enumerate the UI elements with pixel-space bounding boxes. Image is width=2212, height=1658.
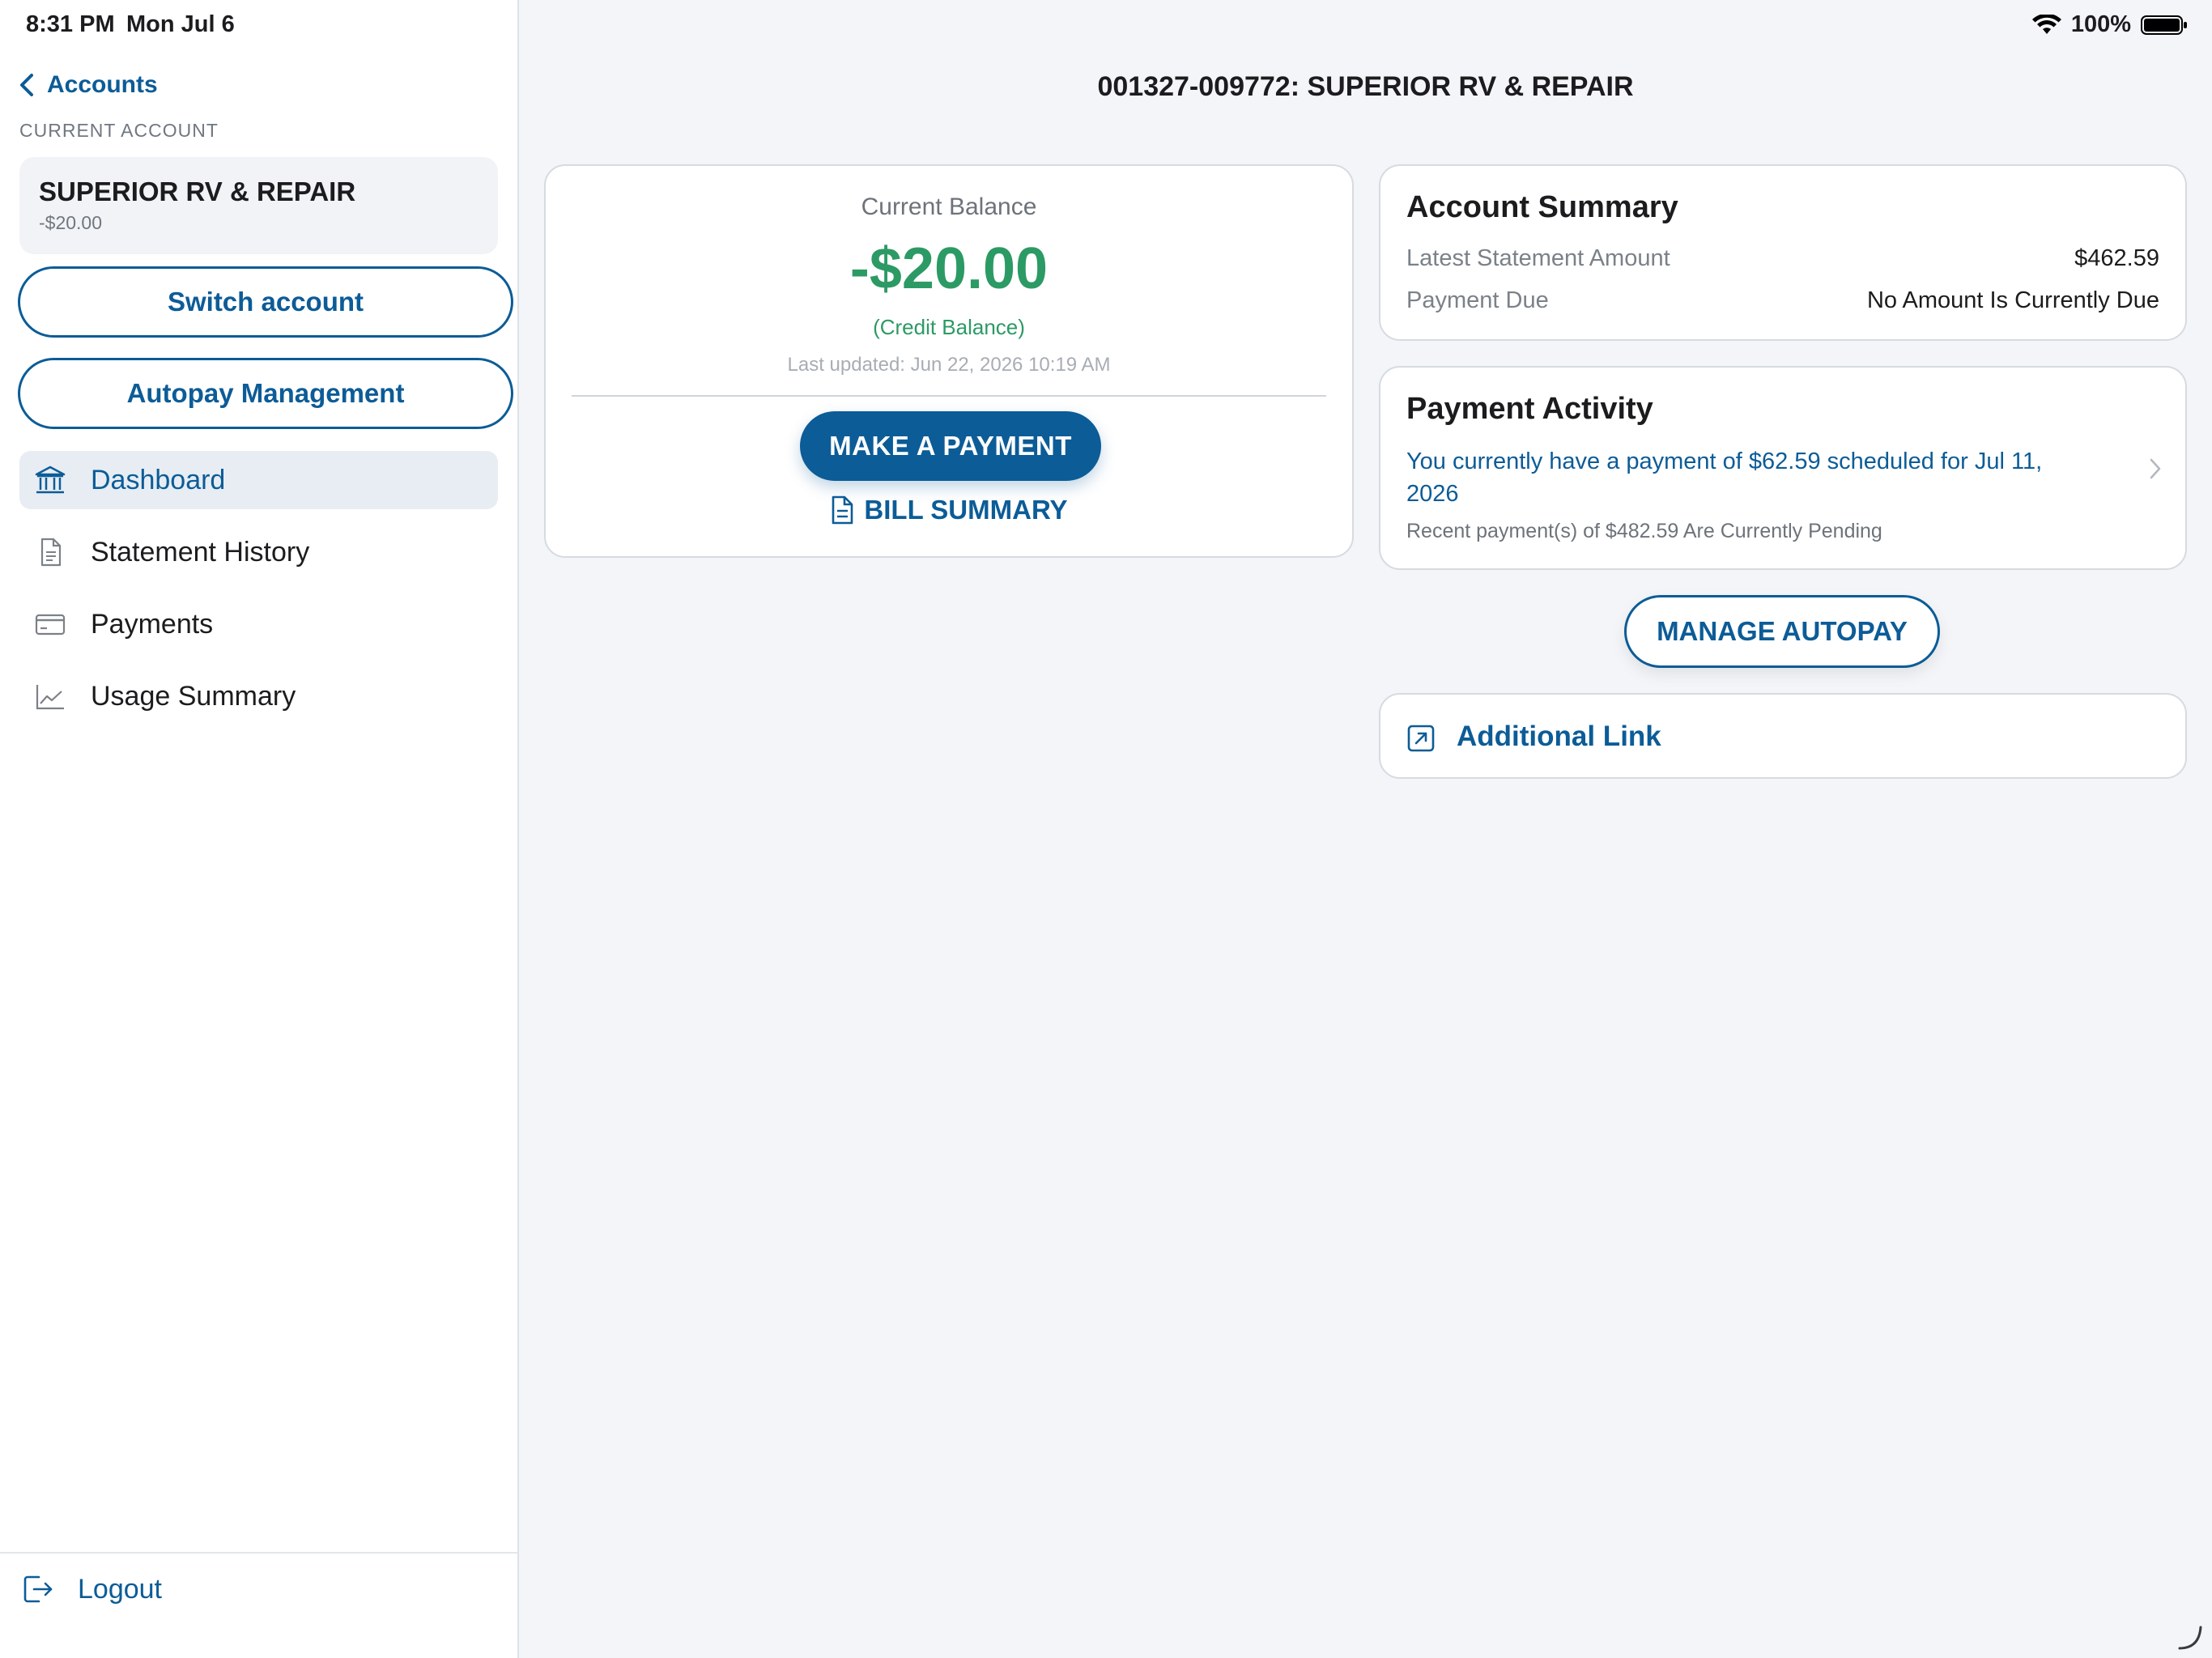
switch-account-button[interactable]: Switch account (18, 266, 513, 338)
nav-statement-history-label: Statement History (91, 536, 310, 568)
wifi-icon (2031, 14, 2061, 34)
current-balance-amount: -$20.00 (849, 236, 1049, 301)
credit-card-icon (35, 614, 66, 636)
nav-statement-history[interactable]: Statement History (19, 523, 498, 581)
status-time: 8:31 PM (26, 11, 115, 37)
account-summary-title: Account Summary (1406, 190, 1678, 224)
payment-due-value: No Amount Is Currently Due (1866, 287, 2159, 313)
additional-link-label: Additional Link (1457, 721, 1661, 752)
scheduled-payment-text: You currently have a payment of $62.59 s… (1406, 449, 2043, 507)
balance-card: Current Balance -$20.00 (Credit Balance)… (544, 164, 1354, 558)
chevron-right-icon (2150, 458, 2161, 479)
resize-handle-icon[interactable] (2176, 1624, 2204, 1652)
battery-icon (2141, 15, 2187, 35)
nav-dashboard-label: Dashboard (91, 464, 226, 495)
current-balance-label: Current Balance (861, 193, 1037, 220)
document-icon (40, 538, 62, 567)
battery-percent: 100% (2070, 11, 2131, 37)
nav-payments-label: Payments (91, 608, 214, 640)
payment-activity-title: Payment Activity (1406, 392, 1653, 426)
status-indicators: 100% (2031, 11, 2188, 38)
external-link-icon (1407, 725, 1435, 752)
line-chart-icon (36, 685, 64, 710)
account-balance: -$20.00 (39, 212, 103, 233)
logout-label: Logout (78, 1573, 162, 1605)
payment-due-label: Payment Due (1406, 287, 1549, 313)
current-account-card: SUPERIOR RV & REPAIR -$20.00 (19, 157, 498, 254)
bank-icon (35, 466, 66, 494)
bill-summary-label: BILL SUMMARY (864, 495, 1068, 525)
nav-payments[interactable]: Payments (19, 595, 498, 653)
latest-statement-value: $462.59 (2074, 245, 2159, 271)
credit-balance-note: (Credit Balance) (873, 315, 1025, 339)
nav-usage-summary[interactable]: Usage Summary (19, 667, 498, 725)
current-account-label: CURRENT ACCOUNT (19, 120, 219, 141)
balance-divider (572, 395, 1326, 397)
pending-payment-text: Recent payment(s) of $482.59 Are Current… (1406, 520, 1882, 542)
nav-usage-summary-label: Usage Summary (91, 680, 296, 712)
last-updated-text: Last updated: Jun 22, 2026 10:19 AM (787, 354, 1111, 376)
page-title: 001327-009772: SUPERIOR RV & REPAIR (1097, 71, 1634, 102)
sidebar: Accounts CURRENT ACCOUNT SUPERIOR RV & R… (0, 0, 519, 1658)
logout-icon (23, 1575, 53, 1603)
status-date: Mon Jul 6 (126, 11, 235, 37)
document-icon (832, 495, 853, 525)
latest-statement-label: Latest Statement Amount (1406, 245, 1670, 271)
manage-autopay-button[interactable]: MANAGE AUTOPAY (1624, 595, 1940, 668)
make-payment-button[interactable]: MAKE A PAYMENT (800, 411, 1101, 481)
payment-activity-card[interactable]: Payment Activity You currently have a pa… (1379, 366, 2187, 570)
autopay-management-button[interactable]: Autopay Management (18, 358, 513, 429)
logout-button[interactable]: Logout (21, 1572, 162, 1606)
accounts-back-link[interactable]: Accounts (18, 71, 158, 99)
account-summary-card: Account Summary Latest Statement Amount … (1379, 164, 2187, 341)
account-name: SUPERIOR RV & REPAIR (39, 176, 356, 206)
back-link-label: Accounts (47, 71, 158, 98)
status-bar: 8:31 PM Mon Jul 6 100% (0, 0, 2212, 53)
logout-divider (0, 1552, 517, 1554)
bill-summary-link[interactable]: BILL SUMMARY (546, 495, 1352, 525)
chevron-left-icon (20, 74, 33, 96)
nav-dashboard[interactable]: Dashboard (19, 451, 498, 509)
additional-link-card[interactable]: Additional Link (1379, 693, 2187, 779)
